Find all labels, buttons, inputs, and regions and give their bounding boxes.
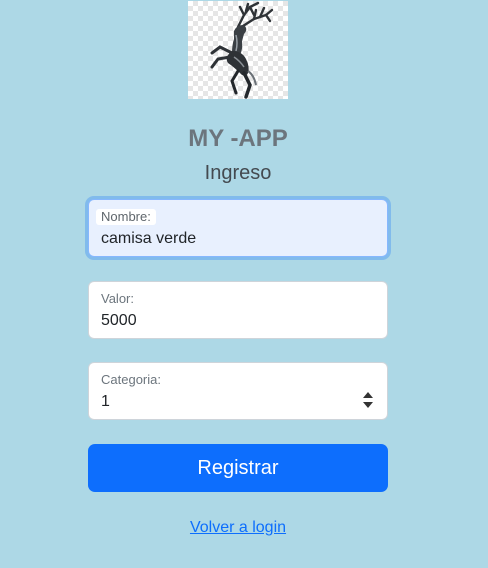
nombre-label: Nombre:	[96, 209, 156, 225]
valor-field[interactable]: Valor:	[88, 281, 388, 339]
categoria-input[interactable]	[101, 392, 341, 412]
stepper-down-icon[interactable]	[363, 402, 373, 408]
categoria-stepper[interactable]	[362, 390, 374, 412]
nombre-input[interactable]	[101, 229, 341, 249]
valor-label: Valor:	[101, 291, 134, 306]
page-subtitle: Ingreso	[204, 162, 272, 184]
valor-input[interactable]	[101, 311, 341, 331]
app-title: MY -APP	[188, 125, 288, 152]
logo	[188, 1, 288, 99]
categoria-field[interactable]: Categoria:	[88, 362, 388, 420]
back-link-container: Volver a login	[0, 518, 476, 538]
nombre-field[interactable]: Nombre:	[88, 199, 388, 257]
categoria-label: Categoria:	[101, 372, 161, 387]
stag-emblem-icon	[210, 1, 274, 99]
register-button[interactable]: Registrar	[88, 444, 388, 492]
back-to-login-link[interactable]: Volver a login	[190, 519, 286, 536]
stepper-up-icon[interactable]	[363, 392, 373, 398]
